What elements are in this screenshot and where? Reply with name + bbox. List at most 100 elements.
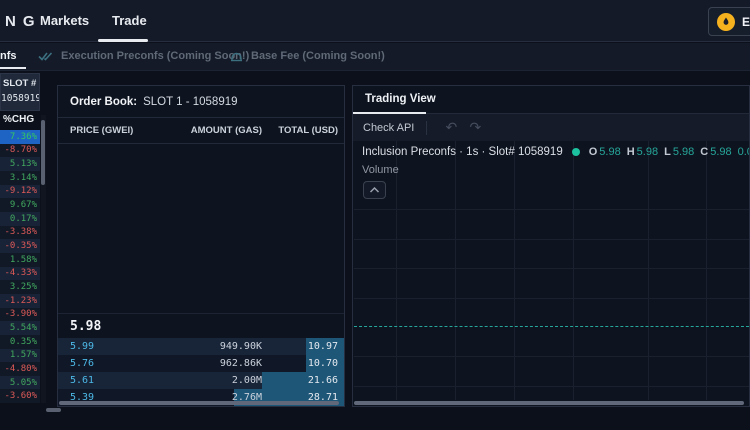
bid-total: 10.70: [262, 358, 338, 369]
chg-row[interactable]: 0.17%: [0, 212, 40, 226]
slot-number-header: SLOT #: [1, 74, 39, 89]
double-check-icon: [38, 51, 53, 62]
chg-row[interactable]: -1.23%: [0, 294, 40, 308]
order-book-horizontal-scrollbar[interactable]: [59, 401, 343, 406]
gridline-horizontal: [354, 268, 749, 269]
chg-row[interactable]: -0.35%: [0, 239, 40, 253]
chg-column-header: %CHG: [0, 114, 40, 130]
bid-price: 5.76: [70, 358, 160, 369]
chg-row[interactable]: 5.13%: [0, 157, 40, 171]
tab-active-underline: [0, 67, 26, 69]
col-price-gwei: PRICE (GWEI): [70, 125, 160, 136]
bid-total: 10.97: [262, 341, 338, 352]
nav-markets[interactable]: Markets: [40, 13, 89, 28]
chg-row[interactable]: -8.70%: [0, 144, 40, 158]
gridline-horizontal: [354, 386, 749, 387]
gridline-horizontal: [354, 209, 749, 210]
legend-collapse-button[interactable]: [363, 181, 386, 199]
redo-icon[interactable]: ↷: [463, 120, 487, 136]
tab-execution-preconfs[interactable]: Execution Preconfs (Coming Soon!): [38, 50, 249, 62]
ohlc-low-value: 5.98: [673, 146, 694, 158]
sidebar-vertical-scrollbar[interactable]: [41, 115, 46, 403]
chg-row[interactable]: 9.67%: [0, 198, 40, 212]
arch-icon: [230, 51, 243, 62]
app-logo: NG: [5, 13, 42, 30]
chg-row[interactable]: -3.38%: [0, 226, 40, 240]
order-book-panel: Order Book: SLOT 1 - 1058919 PRICE (GWEI…: [57, 85, 345, 407]
gridline-horizontal: [354, 298, 749, 299]
volume-label: Volume: [362, 164, 399, 176]
chg-row[interactable]: -4.33%: [0, 267, 40, 281]
sidebar-horizontal-scrollbar-thumb[interactable]: [46, 408, 61, 412]
trading-view-toolbar: Check API ↶ ↷: [353, 114, 749, 141]
nav-trade-active-underline: [98, 39, 148, 42]
gridline-vertical: [396, 141, 397, 400]
chg-row[interactable]: 3.14%: [0, 171, 40, 185]
sidebar-scrollbar-thumb[interactable]: [41, 120, 45, 185]
order-book-title: Order Book:: [70, 96, 137, 108]
chg-row[interactable]: 5.05%: [0, 376, 40, 390]
wallet-button[interactable]: ETH: [708, 7, 750, 36]
order-book-scrollbar-thumb[interactable]: [59, 401, 339, 405]
price-chart[interactable]: Inclusion Preconfs · 1s · Slot# 1058919 …: [354, 141, 749, 405]
check-api-button[interactable]: Check API: [363, 122, 414, 134]
chg-row[interactable]: -3.90%: [0, 308, 40, 322]
ohlc-low-label: L: [664, 146, 671, 158]
bid-amount: 962.86K: [160, 358, 262, 369]
market-tab-bar: nfs Execution Preconfs (Coming Soon!) Ba…: [0, 43, 750, 71]
undo-icon[interactable]: ↶: [439, 120, 463, 136]
ohlc-close-value: 5.98: [710, 146, 731, 158]
col-total-usd: TOTAL (USD): [262, 125, 338, 136]
gridline-horizontal: [354, 356, 749, 357]
chg-row[interactable]: 1.57%: [0, 349, 40, 363]
chg-row[interactable]: 3.25%: [0, 280, 40, 294]
gas-flame-icon: [717, 13, 735, 31]
nav-trade[interactable]: Trade: [112, 13, 147, 28]
order-book-bids: 5.99949.90K10.975.76962.86K10.705.612.00…: [58, 338, 344, 406]
chg-row[interactable]: 5.54%: [0, 321, 40, 335]
order-book-header: Order Book: SLOT 1 - 1058919: [58, 86, 344, 118]
bid-total: 21.66: [262, 375, 338, 386]
ohlc-change-value: 0.00 (0.00%): [738, 146, 749, 158]
ohlc-open-value: 5.98: [599, 146, 620, 158]
wallet-button-label: ETH: [742, 15, 750, 29]
toolbar-divider: [426, 121, 427, 135]
order-book-bid-row[interactable]: 5.99949.90K10.97: [58, 338, 344, 355]
tab-inclusion-preconfs[interactable]: nfs: [0, 50, 17, 62]
chg-row[interactable]: -3.60%: [0, 389, 40, 403]
tab-inclusion-preconfs-label: nfs: [0, 50, 17, 62]
gridline-vertical: [706, 141, 707, 400]
chg-row[interactable]: 7.36%: [0, 130, 40, 144]
gridline-vertical: [514, 141, 515, 400]
bid-amount: 949.90K: [160, 341, 262, 352]
app: NG Markets Trade ETH nfs Execution Preco…: [0, 0, 750, 430]
last-price-dashed-line: [354, 326, 749, 327]
chart-symbol-title: Inclusion Preconfs · 1s · Slot# 1058919: [362, 146, 563, 158]
order-book-bid-row[interactable]: 5.76962.86K10.70: [58, 355, 344, 372]
gridline-horizontal: [354, 239, 749, 240]
chg-row[interactable]: -4.80%: [0, 362, 40, 376]
order-book-column-headers: PRICE (GWEI) AMOUNT (GAS) TOTAL (USD): [58, 118, 344, 144]
gridline-vertical: [573, 141, 574, 400]
tab-base-fee[interactable]: Base Fee (Coming Soon!): [230, 50, 385, 62]
bid-price: 5.99: [70, 341, 160, 352]
tab-trading-view[interactable]: Trading View: [365, 93, 436, 105]
chg-row[interactable]: 1.58%: [0, 253, 40, 267]
col-amount-gas: AMOUNT (GAS): [160, 125, 262, 136]
chg-row[interactable]: -9.12%: [0, 185, 40, 199]
trading-view-tabrow: Trading View: [353, 86, 749, 114]
chart-scrollbar-thumb[interactable]: [354, 401, 744, 405]
chart-horizontal-scrollbar[interactable]: [354, 401, 748, 406]
order-book-subtitle: SLOT 1 - 1058919: [143, 96, 237, 108]
tab-execution-preconfs-label: Execution Preconfs (Coming Soon!): [61, 50, 249, 62]
order-book-bid-row[interactable]: 5.612.00M21.66: [58, 372, 344, 389]
trading-view-panel: Trading View Check API ↶ ↷ Inclusion Pre…: [352, 85, 750, 407]
ohlc-high-value: 5.98: [637, 146, 658, 158]
slot-number-value: 1058919: [1, 89, 39, 104]
chg-list: 7.36%-8.70%5.13%3.14%-9.12%9.67%0.17%-3.…: [0, 130, 40, 403]
chg-row[interactable]: 0.35%: [0, 335, 40, 349]
bid-amount: 2.00M: [160, 375, 262, 386]
bid-price: 5.61: [70, 375, 160, 386]
gridline-vertical: [648, 141, 649, 400]
gridline-vertical: [455, 141, 456, 400]
